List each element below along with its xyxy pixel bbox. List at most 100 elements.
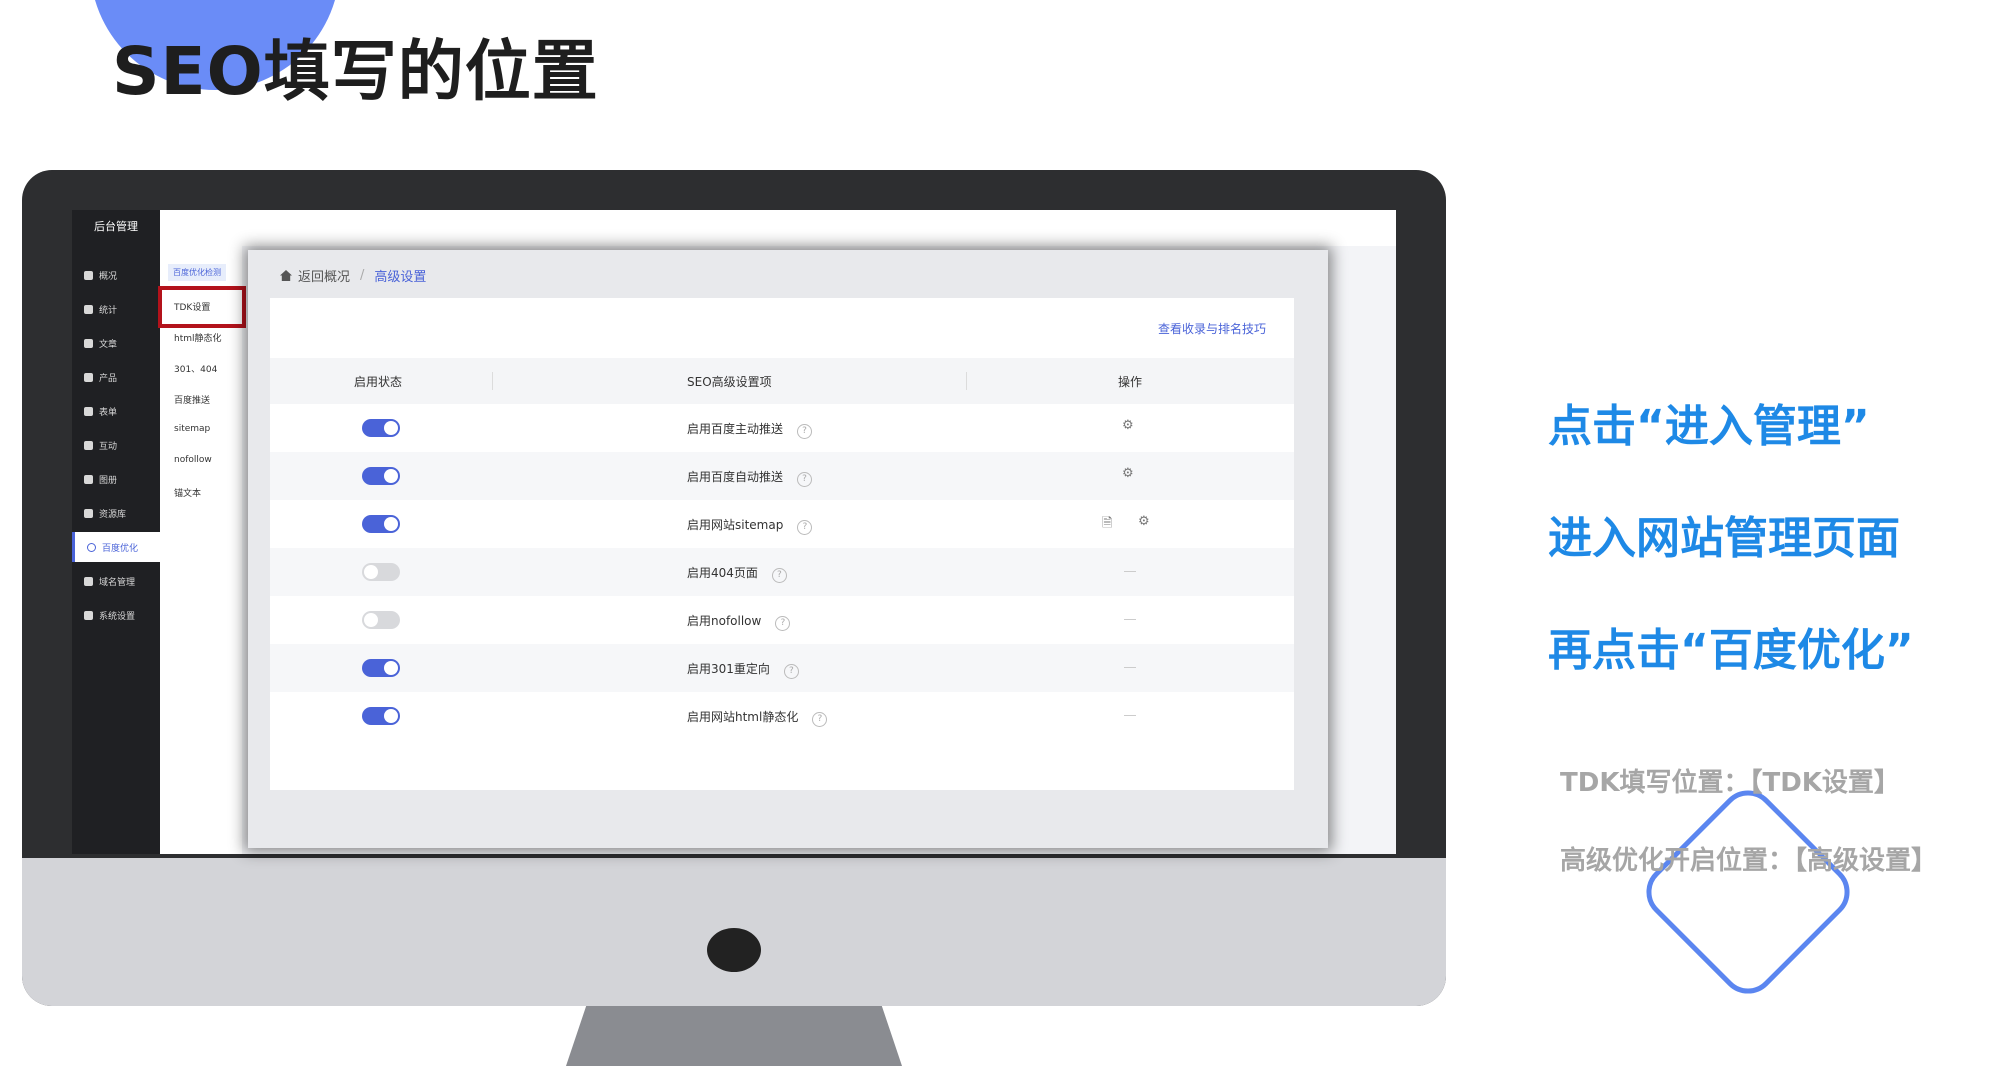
no-action-dash (1124, 571, 1136, 572)
sidebar-item-label: 文章 (99, 339, 118, 350)
home-icon (84, 270, 93, 280)
sidebar-item-stats[interactable]: 统计 (72, 294, 160, 324)
database-icon (84, 508, 93, 518)
no-action-dash (1124, 619, 1136, 620)
grid-icon (84, 372, 93, 382)
sidebar-item-forms[interactable]: 表单 (72, 396, 160, 426)
sidebar-item-resources[interactable]: 资源库 (72, 498, 160, 528)
help-icon[interactable]: ? (775, 616, 791, 631)
sidebar-item-label: 百度优化 (102, 543, 139, 554)
sidebar-item-label: 概况 (99, 271, 118, 282)
setting-label: 启用百度自动推送? (687, 468, 813, 487)
home-icon (280, 270, 292, 281)
image-icon (84, 474, 93, 484)
target-icon (87, 542, 96, 552)
status-toggle[interactable] (362, 563, 400, 581)
monitor-camera (707, 928, 761, 972)
note-enter-site-admin: 进入网站管理页面 (1548, 513, 1900, 564)
sidebar-item-baidu-seo[interactable]: 百度优化 (72, 532, 160, 562)
help-icon[interactable]: ? (812, 712, 828, 727)
no-action-dash (1124, 667, 1136, 668)
help-icon[interactable]: ? (797, 472, 813, 487)
sidebar-item-label: 资源库 (99, 509, 127, 520)
status-toggle[interactable] (362, 659, 400, 677)
table-row: 启用百度自动推送? ⚙ (270, 452, 1294, 500)
table-row: 启用网站html静态化? (270, 692, 1294, 740)
subnav-item-sitemap[interactable]: sitemap (174, 424, 210, 434)
note-advanced-location: 高级优化开启位置：【高级设置】 (1560, 846, 1938, 876)
setting-label: 启用nofollow? (687, 612, 791, 631)
status-toggle[interactable] (362, 707, 400, 725)
breadcrumb: 返回概况 / 高级设置 (280, 266, 426, 285)
decorative-diamond (1634, 778, 1862, 1006)
header-setting-item: SEO高级设置项 (687, 375, 772, 389)
status-toggle[interactable] (362, 611, 400, 629)
sidebar-item-overview[interactable]: 概况 (72, 260, 160, 290)
form-icon (84, 406, 93, 416)
gear-icon[interactable]: ⚙ (1122, 418, 1134, 433)
table-row: 启用404页面? (270, 548, 1294, 596)
header-status: 启用状态 (354, 375, 403, 389)
header-divider (492, 372, 493, 390)
gear-icon (84, 610, 93, 620)
breadcrumb-current: 高级设置 (374, 270, 427, 285)
tdk-highlight-box (158, 286, 246, 328)
sidebar-item-label: 产品 (99, 373, 118, 384)
setting-label: 启用404页面? (687, 564, 787, 583)
domain-icon (84, 576, 93, 586)
sidebar-item-albums[interactable]: 图册 (72, 464, 160, 494)
subnav-item-baidu-push[interactable]: 百度推送 (174, 393, 210, 406)
top-bar (242, 210, 1396, 246)
breadcrumb-separator: / (360, 268, 365, 283)
subnav-item-html-static[interactable]: html静态化 (174, 331, 222, 344)
sidebar-item-label: 系统设置 (99, 611, 136, 622)
table-row: 启用网站sitemap? 🗎 ⚙ (270, 500, 1294, 548)
help-icon[interactable]: ? (771, 568, 787, 583)
setting-label: 启用网站sitemap? (687, 516, 813, 535)
header-divider (966, 372, 967, 390)
sidebar-item-label: 表单 (99, 407, 118, 418)
sidebar-item-label: 互动 (99, 441, 118, 452)
stats-icon (84, 304, 93, 314)
breadcrumb-back[interactable]: 返回概况 (298, 266, 350, 285)
setting-label: 启用百度主动推送? (687, 420, 813, 439)
help-icon[interactable]: ? (797, 520, 813, 535)
sidebar-item-products[interactable]: 产品 (72, 362, 160, 392)
subnav-item-anchor-text[interactable]: 锚文本 (174, 486, 201, 499)
setting-label: 启用301重定向? (687, 660, 799, 679)
sidebar-item-domains[interactable]: 域名管理 (72, 566, 160, 596)
subnav-item-301-404[interactable]: 301、404 (174, 362, 217, 375)
sidebar-item-label: 图册 (99, 475, 118, 486)
help-icon[interactable]: ? (797, 424, 813, 439)
settings-card: 查看收录与排名技巧 启用状态 SEO高级设置项 操作 启用百度主动推送? ⚙ 启… (270, 298, 1294, 790)
sidebar-item-label: 统计 (99, 305, 118, 316)
help-icon[interactable]: ? (783, 664, 799, 679)
header-actions: 操作 (1118, 375, 1143, 389)
chat-icon (84, 440, 93, 450)
status-toggle[interactable] (362, 419, 400, 437)
subnav-tab[interactable]: 百度优化检测 (168, 264, 226, 281)
no-action-dash (1124, 715, 1136, 716)
table-row: 启用301重定向? (270, 644, 1294, 692)
page-title: SEO填写的位置 (112, 33, 599, 110)
advanced-settings-panel: 返回概况 / 高级设置 查看收录与排名技巧 启用状态 SEO高级设置项 操作 启… (248, 250, 1328, 848)
document-icon[interactable]: 🗎 (1102, 514, 1112, 536)
article-icon (84, 338, 93, 348)
table-row: 启用nofollow? (270, 596, 1294, 644)
table-row: 启用百度主动推送? ⚙ (270, 404, 1294, 452)
note-tdk-location: TDK填写位置：【TDK设置】 (1560, 768, 1900, 798)
note-click-manage: 点击“进入管理” (1548, 401, 1870, 452)
ranking-tips-link[interactable]: 查看收录与排名技巧 (1158, 320, 1266, 337)
sidebar-title: 后台管理 (94, 220, 138, 233)
sidebar-item-interaction[interactable]: 互动 (72, 430, 160, 460)
status-toggle[interactable] (362, 467, 400, 485)
gear-icon[interactable]: ⚙ (1138, 514, 1150, 529)
sidebar: 后台管理 概况 统计 文章 产品 表单 互动 图册 资源库 百度优化 域名管理 … (72, 210, 160, 854)
setting-label: 启用网站html静态化? (687, 708, 828, 727)
table-header: 启用状态 SEO高级设置项 操作 (270, 358, 1294, 404)
sidebar-item-articles[interactable]: 文章 (72, 328, 160, 358)
gear-icon[interactable]: ⚙ (1122, 466, 1134, 481)
sidebar-item-settings[interactable]: 系统设置 (72, 600, 160, 630)
status-toggle[interactable] (362, 515, 400, 533)
subnav-item-nofollow[interactable]: nofollow (174, 455, 212, 465)
